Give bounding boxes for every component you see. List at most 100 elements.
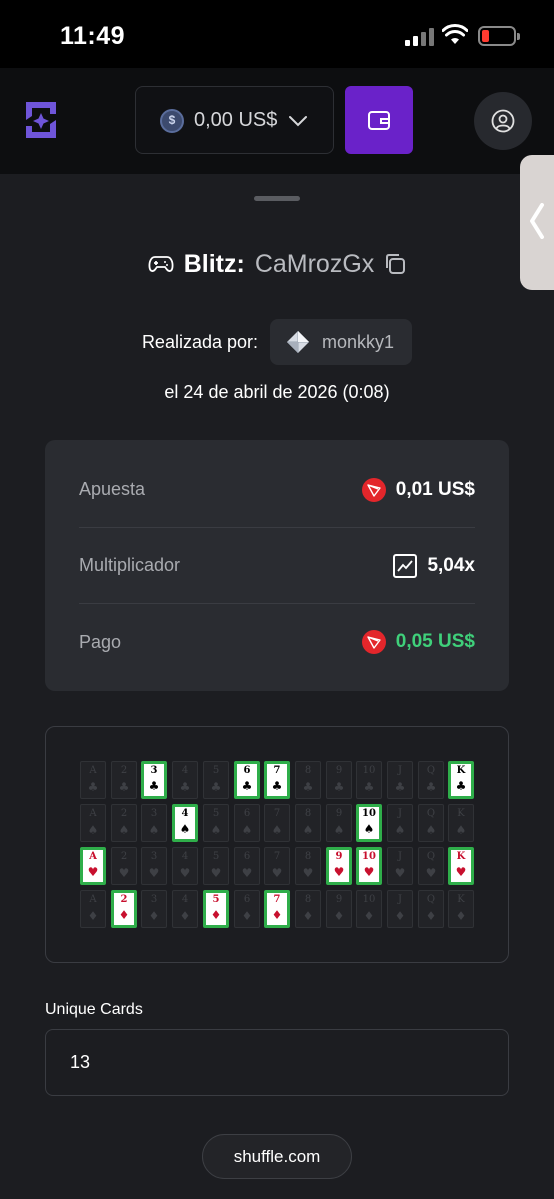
game-name: Blitz: <box>183 249 245 278</box>
card-suit-icon: ♣ <box>363 780 375 794</box>
card-10-clubs: 10 ♣ <box>356 761 382 799</box>
card-suit-icon: ♠ <box>363 822 375 836</box>
card-suit-icon: ♦ <box>302 909 314 923</box>
card-rank: 8 <box>304 894 312 905</box>
card-rank: J <box>397 765 402 776</box>
card-grid: A ♣ 2 ♣ 3 ♣ 4 ♣ 5 ♣ 6 ♣ 7 ♣ 8 ♣ 9 ♣ 10 ♣ J ♣ Q ♣ K ♣ A ♠ 2 ♠ 3 ♠ 4 ♠ 5 ♠ 6 ♠ 7… <box>80 761 476 929</box>
card-rank: 6 <box>243 765 251 776</box>
card-Q-clubs: Q ♣ <box>418 761 444 799</box>
drag-handle[interactable] <box>254 196 300 201</box>
card-suit-icon: ♥ <box>271 866 283 880</box>
user-chip[interactable]: monkky1 <box>270 319 413 365</box>
bet-date: el 24 de abril de 2026 (0:08) <box>164 382 390 402</box>
card-rank: Q <box>426 851 436 862</box>
card-4-spades: 4 ♠ <box>172 804 198 842</box>
card-suit-icon: ♦ <box>87 909 99 923</box>
username: monkky1 <box>322 331 395 352</box>
card-rank: Q <box>426 765 436 776</box>
balance-selector[interactable]: 0,00 US$ <box>135 86 334 154</box>
card-rank: 9 <box>335 765 343 776</box>
card-suit-icon: ♥ <box>179 866 191 880</box>
card-rank: 7 <box>273 851 281 862</box>
card-rank: 2 <box>120 765 128 776</box>
card-8-spades: 8 ♠ <box>295 804 321 842</box>
card-suit-icon: ♣ <box>179 780 191 794</box>
card-suit-icon: ♠ <box>241 823 253 837</box>
card-Q-hearts: Q ♥ <box>418 847 444 885</box>
card-rank: 7 <box>273 808 281 819</box>
shuffle-logo-icon[interactable] <box>22 100 60 140</box>
card-8-clubs: 8 ♣ <box>295 761 321 799</box>
card-rank: A <box>89 851 97 862</box>
card-7-hearts: 7 ♥ <box>264 847 290 885</box>
multiplier-label: Multiplicador <box>79 555 181 575</box>
card-suit-icon: ♦ <box>210 908 222 922</box>
card-5-hearts: 5 ♥ <box>203 847 229 885</box>
card-7-clubs: 7 ♣ <box>264 761 290 799</box>
card-suit-icon: ♠ <box>148 823 160 837</box>
card-suit-icon: ♣ <box>87 780 99 794</box>
card-rank: 6 <box>243 808 251 819</box>
card-rank: A <box>89 894 97 905</box>
battery-icon <box>478 26 520 46</box>
card-3-diamonds: 3 ♦ <box>141 890 167 928</box>
chart-icon <box>393 553 418 578</box>
card-K-diamonds: K ♦ <box>448 890 474 928</box>
card-J-hearts: J ♥ <box>387 847 413 885</box>
card-9-diamonds: 9 ♦ <box>326 890 352 928</box>
card-A-clubs: A ♣ <box>80 761 106 799</box>
card-suit-icon: ♣ <box>394 780 406 794</box>
card-rank: J <box>397 808 402 819</box>
site-domain-pill[interactable]: shuffle.com <box>202 1134 352 1179</box>
card-suit-icon: ♠ <box>394 823 406 837</box>
card-suit-icon: ♦ <box>333 909 345 923</box>
card-suit-icon: ♦ <box>179 909 191 923</box>
card-rank: 6 <box>243 851 251 862</box>
card-K-hearts: K ♥ <box>448 847 474 885</box>
card-6-clubs: 6 ♣ <box>234 761 260 799</box>
card-suit-icon: ♣ <box>210 780 222 794</box>
card-suit-icon: ♣ <box>271 779 283 793</box>
copy-icon[interactable] <box>384 253 406 275</box>
card-4-hearts: 4 ♥ <box>172 847 198 885</box>
card-rank: 2 <box>120 894 128 905</box>
wager-label: Apuesta <box>79 479 146 499</box>
card-2-spades: 2 ♠ <box>111 804 137 842</box>
card-suit-icon: ♣ <box>455 779 467 793</box>
card-suit-icon: ♥ <box>333 865 345 879</box>
card-suit-icon: ♥ <box>148 866 160 880</box>
tron-icon <box>361 630 386 654</box>
card-rank: K <box>456 765 466 776</box>
diamond-rank-icon <box>287 331 310 353</box>
card-suit-icon: ♣ <box>425 780 437 794</box>
card-suit-icon: ♦ <box>425 909 437 923</box>
tron-icon <box>361 477 386 502</box>
chevron-down-icon <box>289 116 307 127</box>
card-10-diamonds: 10 ♦ <box>356 890 382 928</box>
card-suit-icon: ♦ <box>118 908 130 922</box>
card-Q-diamonds: Q ♦ <box>418 890 444 928</box>
card-2-hearts: 2 ♥ <box>111 847 137 885</box>
card-rank: 4 <box>181 851 189 862</box>
card-9-clubs: 9 ♣ <box>326 761 352 799</box>
usd-coin-icon <box>160 109 184 133</box>
card-suit-icon: ♣ <box>118 780 130 794</box>
card-rank: 5 <box>212 765 220 776</box>
card-rank: 10 <box>362 851 376 862</box>
card-4-clubs: 4 ♣ <box>172 761 198 799</box>
card-rank: K <box>456 851 466 862</box>
card-rank: 8 <box>304 851 312 862</box>
card-rank: 4 <box>181 894 189 905</box>
profile-button[interactable] <box>474 92 532 150</box>
card-rank: 4 <box>181 765 189 776</box>
card-5-clubs: 5 ♣ <box>203 761 229 799</box>
card-rank: A <box>89 808 97 819</box>
card-10-hearts: 10 ♥ <box>356 847 382 885</box>
wallet-button[interactable] <box>345 86 413 154</box>
card-8-hearts: 8 ♥ <box>295 847 321 885</box>
cards-panel: A ♣ 2 ♣ 3 ♣ 4 ♣ 5 ♣ 6 ♣ 7 ♣ 8 ♣ 9 ♣ 10 ♣ J ♣ Q ♣ K ♣ A ♠ 2 ♠ 3 ♠ 4 ♠ 5 ♠ 6 ♠ 7… <box>45 726 509 963</box>
wifi-icon <box>442 24 468 44</box>
card-suit-icon: ♣ <box>148 779 160 793</box>
card-rank: 9 <box>335 894 343 905</box>
card-suit-icon: ♥ <box>425 866 437 880</box>
